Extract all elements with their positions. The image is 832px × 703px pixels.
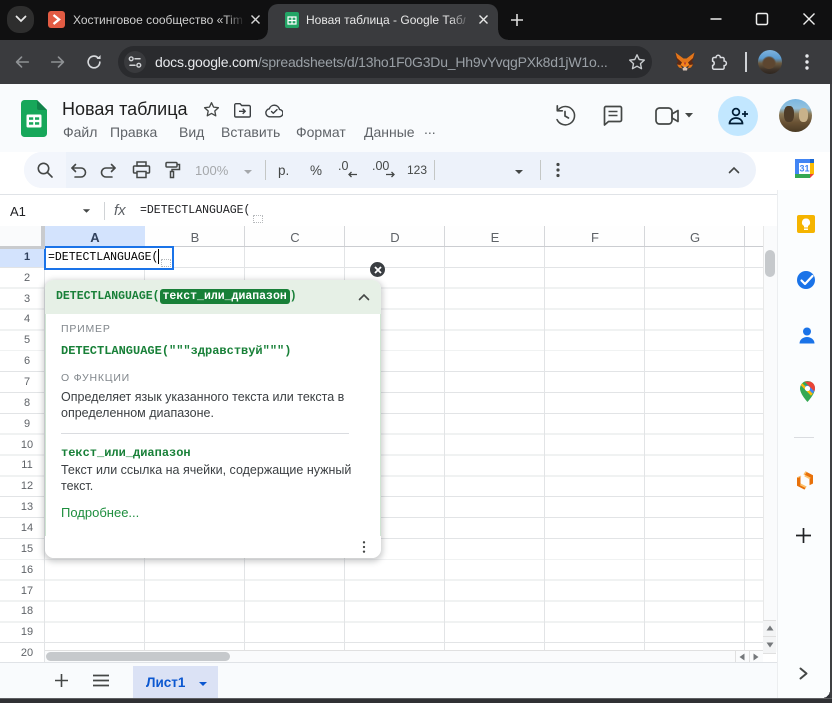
svg-text:31: 31 <box>799 164 809 174</box>
